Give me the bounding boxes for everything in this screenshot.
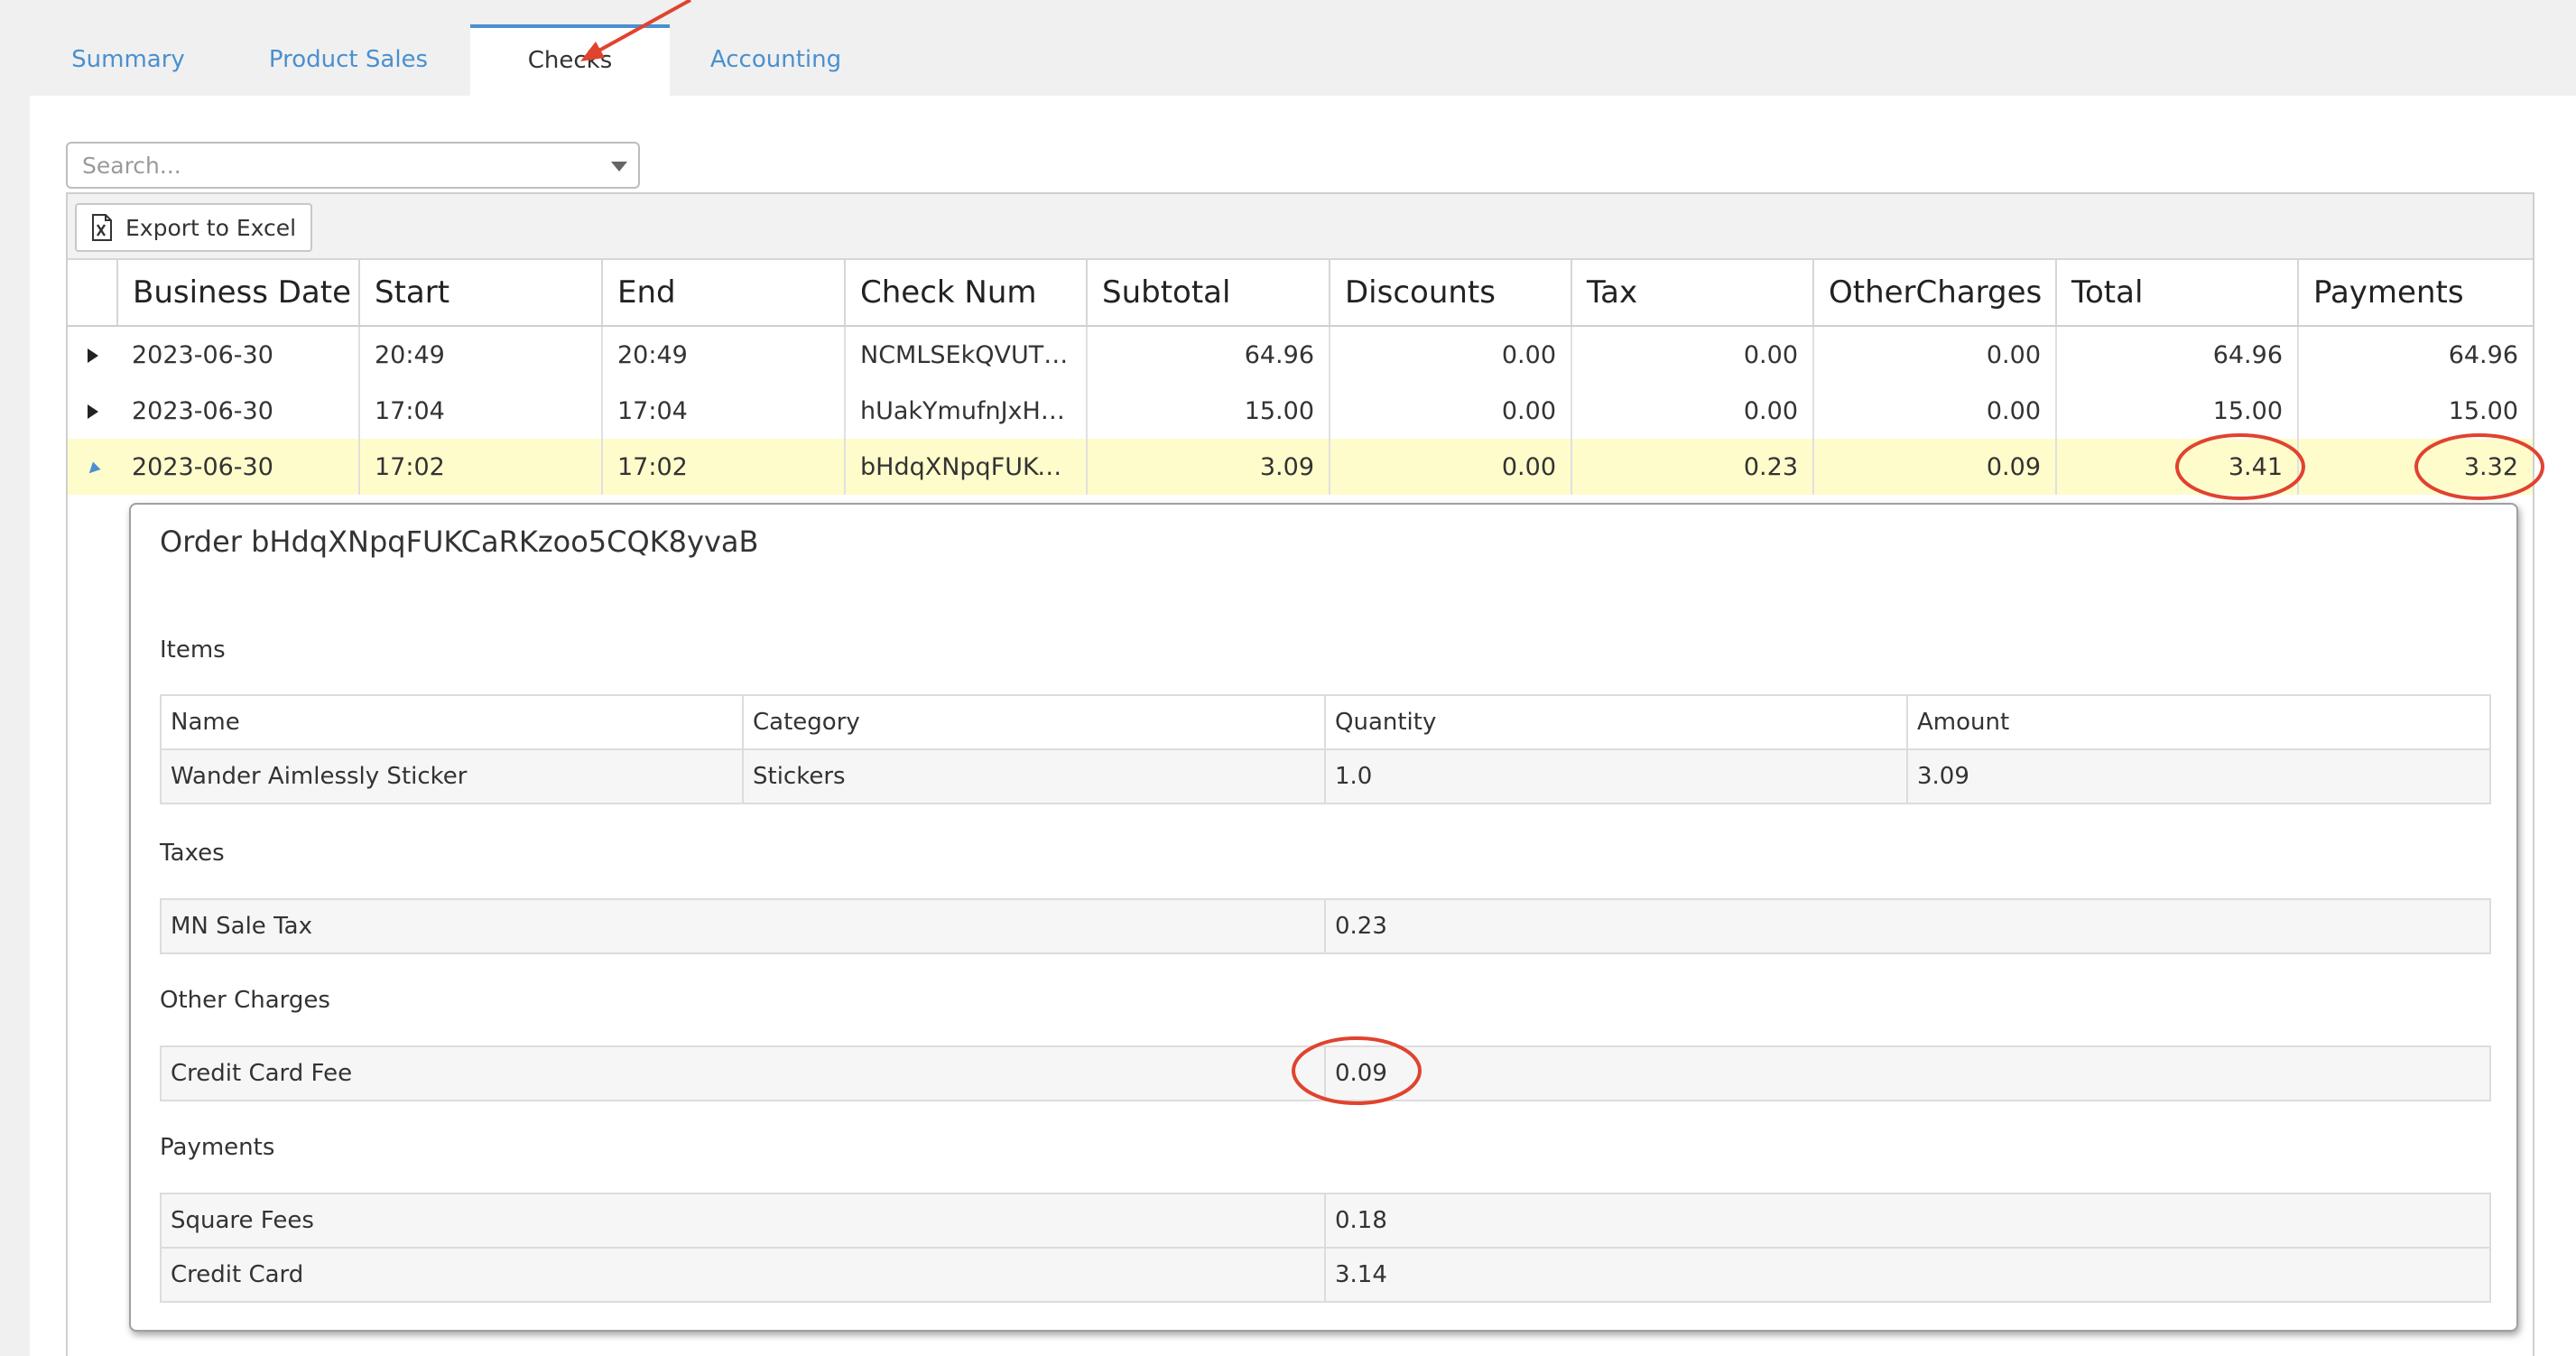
cell-start: 17:02 — [359, 439, 603, 495]
item-name: Wander Aimlessly Sticker — [160, 748, 744, 804]
item-quantity: 1.0 — [1324, 748, 1908, 804]
tab-product-sales[interactable]: Product Sales — [227, 24, 470, 96]
list-item: Credit Card 3.14 — [160, 1247, 2491, 1303]
cell-tax: 0.23 — [1571, 439, 1814, 495]
column-header[interactable]: Subtotal — [1087, 260, 1330, 327]
cell-payments: 15.00 — [2448, 396, 2518, 425]
cell-payments: 3.32 — [2298, 439, 2533, 495]
cell-business-date: 2023-06-30 — [117, 326, 360, 383]
order-detail-panel: Order bHdqXNpqFUKCaRKzoo5CQK8yvaB Items … — [129, 503, 2518, 1332]
items-header-row: Name Category Quantity Amount — [160, 694, 2491, 750]
table-row-selected[interactable]: 2023-06-30 17:02 17:02 bHdqXNpqFUKCa... … — [68, 439, 2533, 495]
table-row[interactable]: 2023-06-30 20:49 20:49 NCMLSEkQVUT1F... … — [68, 326, 2533, 383]
cell-payments: 64.96 — [2448, 340, 2518, 369]
cell-subtotal: 3.09 — [1087, 439, 1330, 495]
cell-start: 17:04 — [359, 383, 603, 439]
tab-checks[interactable]: Checks — [470, 24, 670, 96]
payments-table: Square Fees 0.18 Credit Card 3.14 — [160, 1193, 2491, 1303]
expand-toggle[interactable] — [68, 383, 117, 439]
list-item: MN Sale Tax 0.23 — [160, 898, 2491, 954]
list-item: Credit Card Fee 0.09 — [160, 1045, 2491, 1101]
cell-tax: 0.00 — [1571, 326, 1814, 383]
column-header: Quantity — [1324, 694, 1908, 750]
cell-discounts: 0.00 — [1330, 326, 1572, 383]
items-label: Items — [160, 636, 226, 664]
triangle-right-icon[interactable] — [87, 348, 98, 363]
search-input[interactable] — [68, 144, 588, 187]
cell-subtotal: 64.96 — [1087, 326, 1330, 383]
search-combobox[interactable] — [66, 142, 640, 189]
column-header: Amount — [1906, 694, 2491, 750]
checks-table: Business Date Start End Check Num Subtot… — [68, 260, 2533, 495]
cell-other-charges: 0.00 — [1813, 326, 2057, 383]
item-category: Stickers — [742, 748, 1326, 804]
cell-end: 20:49 — [602, 326, 846, 383]
caret-down-icon[interactable] — [611, 162, 627, 172]
column-header[interactable]: Check Num — [845, 260, 1088, 327]
triangle-right-icon[interactable] — [87, 404, 98, 419]
order-title: Order bHdqXNpqFUKCaRKzoo5CQK8yvaB — [160, 525, 759, 559]
column-header: Category — [742, 694, 1326, 750]
column-header[interactable]: OtherCharges — [1813, 260, 2057, 327]
payment-amount: 0.18 — [1324, 1193, 2491, 1249]
tax-amount: 0.23 — [1324, 898, 2491, 954]
cell-total: 15.00 — [2056, 383, 2299, 439]
tab-bar: Summary Product Sales Checks Accounting — [30, 24, 882, 96]
charge-name: Credit Card Fee — [160, 1045, 1326, 1101]
cell-end: 17:02 — [602, 439, 846, 495]
export-label: Export to Excel — [125, 214, 297, 241]
cell-start: 20:49 — [359, 326, 603, 383]
other-charges-label: Other Charges — [160, 987, 330, 1014]
cell-subtotal: 15.00 — [1087, 383, 1330, 439]
payments-label: Payments — [160, 1134, 275, 1161]
cell-business-date: 2023-06-30 — [117, 383, 360, 439]
export-to-excel-button[interactable]: Export to Excel — [75, 203, 313, 252]
column-header[interactable]: Payments — [2298, 260, 2533, 327]
cell-end: 17:04 — [602, 383, 846, 439]
column-header[interactable]: Tax — [1571, 260, 1814, 327]
tab-summary[interactable]: Summary — [30, 24, 227, 96]
cell-discounts: 0.00 — [1330, 439, 1572, 495]
column-header[interactable]: Start — [359, 260, 603, 327]
excel-file-icon — [92, 214, 112, 241]
list-item: Wander Aimlessly Sticker Stickers 1.0 3.… — [160, 748, 2491, 804]
triangle-down-icon[interactable] — [85, 461, 100, 477]
charge-amount: 0.09 — [1324, 1045, 2491, 1101]
cell-other-charges: 0.00 — [1813, 383, 2057, 439]
payment-name: Square Fees — [160, 1193, 1326, 1249]
cell-check-num: bHdqXNpqFUKCa... — [845, 439, 1088, 495]
expand-toggle[interactable] — [68, 326, 117, 383]
cell-tax: 0.00 — [1571, 383, 1814, 439]
tax-name: MN Sale Tax — [160, 898, 1326, 954]
expand-column-header — [68, 260, 118, 327]
taxes-label: Taxes — [160, 840, 225, 867]
cell-check-num: hUakYmufnJxHM3... — [845, 383, 1088, 439]
cell-discounts: 0.00 — [1330, 383, 1572, 439]
grid-toolbar: Export to Excel — [68, 194, 2533, 260]
column-header: Name — [160, 694, 744, 750]
column-header[interactable]: Business Date — [117, 260, 360, 327]
cell-total: 3.41 — [2056, 439, 2299, 495]
column-header[interactable]: Discounts — [1330, 260, 1572, 327]
list-item: Square Fees 0.18 — [160, 1193, 2491, 1249]
column-header[interactable]: End — [602, 260, 846, 327]
cell-business-date: 2023-06-30 — [117, 439, 360, 495]
items-table: Name Category Quantity Amount Wander Aim… — [160, 694, 2491, 804]
other-charges-table: Credit Card Fee 0.09 — [160, 1045, 2491, 1101]
column-header[interactable]: Total — [2056, 260, 2299, 327]
item-amount: 3.09 — [1906, 748, 2491, 804]
cell-check-num: NCMLSEkQVUT1F... — [845, 326, 1088, 383]
payment-name: Credit Card — [160, 1247, 1326, 1303]
table-header: Business Date Start End Check Num Subtot… — [68, 260, 2533, 327]
table-row[interactable]: 2023-06-30 17:04 17:04 hUakYmufnJxHM3...… — [68, 383, 2533, 439]
payment-amount: 3.14 — [1324, 1247, 2491, 1303]
cell-total: 64.96 — [2056, 326, 2299, 383]
taxes-table: MN Sale Tax 0.23 — [160, 898, 2491, 954]
tab-accounting[interactable]: Accounting — [670, 24, 882, 96]
cell-other-charges: 0.09 — [1813, 439, 2057, 495]
collapse-toggle[interactable] — [68, 439, 117, 495]
